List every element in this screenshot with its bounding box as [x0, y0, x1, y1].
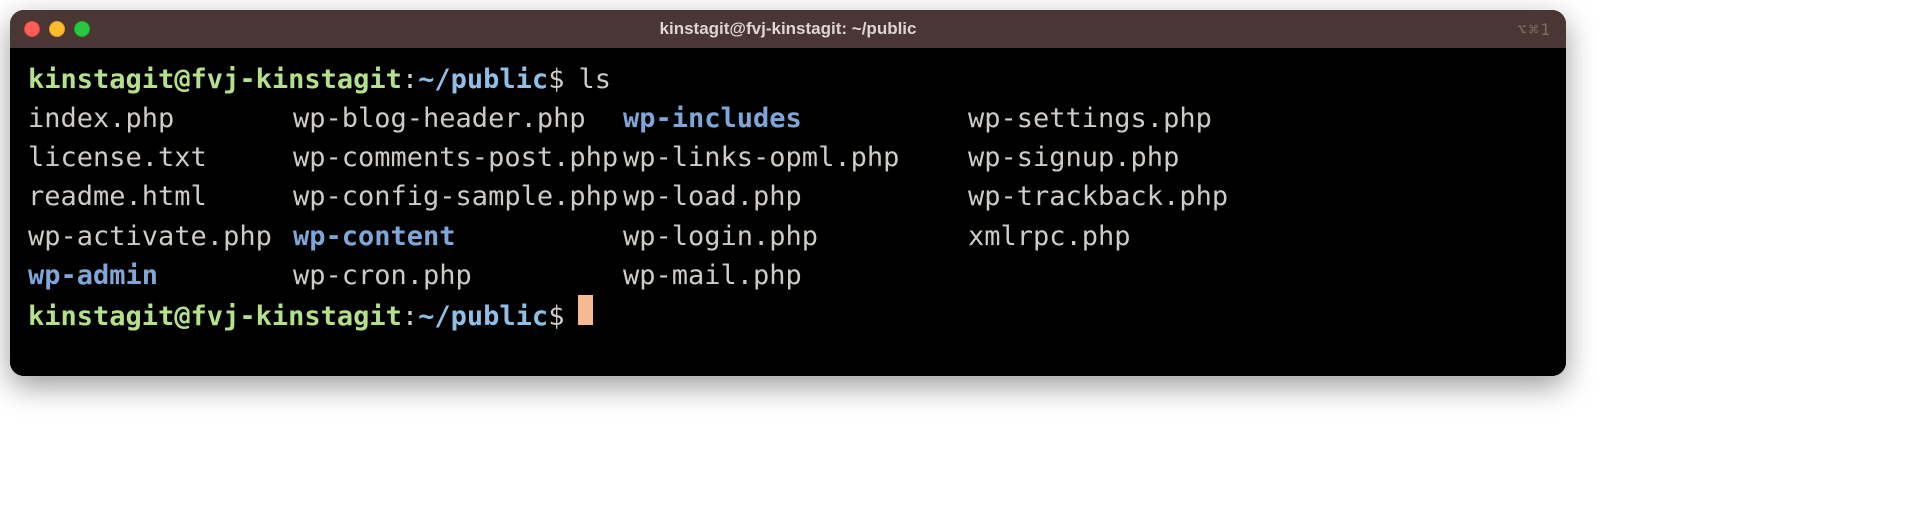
file-entry: wp-cron.php	[293, 256, 623, 295]
command-text: ls	[578, 60, 611, 99]
titlebar-right-glyph: ⌥⌘1	[1517, 20, 1552, 39]
close-icon[interactable]	[24, 21, 40, 37]
prompt-colon: :	[402, 297, 418, 336]
terminal-body[interactable]: kinstagit@fvj-kinstagit:~/public$ ls ind…	[10, 48, 1566, 376]
file-entry: wp-blog-header.php	[293, 99, 623, 138]
prompt-symbol: $	[548, 60, 564, 99]
prompt-symbol: $	[548, 297, 564, 336]
prompt-path: ~/public	[418, 297, 548, 336]
file-entry: wp-comments-post.php	[293, 138, 623, 177]
prompt-line-2: kinstagit@fvj-kinstagit:~/public$	[28, 295, 1548, 336]
file-entry: wp-signup.php	[968, 138, 1548, 177]
file-entry: index.php	[28, 99, 293, 138]
titlebar: kinstagit@fvj-kinstagit: ~/public ⌥⌘1	[10, 10, 1566, 48]
directory-entry: wp-admin	[28, 256, 293, 295]
file-entry: license.txt	[28, 138, 293, 177]
file-entry: wp-mail.php	[623, 256, 968, 295]
cursor	[578, 295, 593, 325]
file-entry: xmlrpc.php	[968, 217, 1548, 256]
prompt-line-1: kinstagit@fvj-kinstagit:~/public$ ls	[28, 60, 1548, 99]
file-entry: wp-trackback.php	[968, 177, 1548, 216]
maximize-icon[interactable]	[74, 21, 90, 37]
directory-entry: wp-includes	[623, 99, 968, 138]
file-entry: wp-settings.php	[968, 99, 1548, 138]
terminal-window: kinstagit@fvj-kinstagit: ~/public ⌥⌘1 ki…	[10, 10, 1566, 376]
ls-output: index.phpwp-blog-header.phpwp-includeswp…	[28, 99, 1548, 295]
prompt-userhost: kinstagit@fvj-kinstagit	[28, 60, 402, 99]
file-entry: readme.html	[28, 177, 293, 216]
file-entry: wp-activate.php	[28, 217, 293, 256]
window-title: kinstagit@fvj-kinstagit: ~/public	[10, 19, 1566, 39]
minimize-icon[interactable]	[49, 21, 65, 37]
file-entry	[968, 256, 1548, 295]
directory-entry: wp-content	[293, 217, 623, 256]
file-entry: wp-login.php	[623, 217, 968, 256]
prompt-userhost: kinstagit@fvj-kinstagit	[28, 297, 402, 336]
traffic-lights	[24, 21, 90, 37]
file-entry: wp-config-sample.php	[293, 177, 623, 216]
file-entry: wp-links-opml.php	[623, 138, 968, 177]
file-entry: wp-load.php	[623, 177, 968, 216]
prompt-colon: :	[402, 60, 418, 99]
prompt-path: ~/public	[418, 60, 548, 99]
